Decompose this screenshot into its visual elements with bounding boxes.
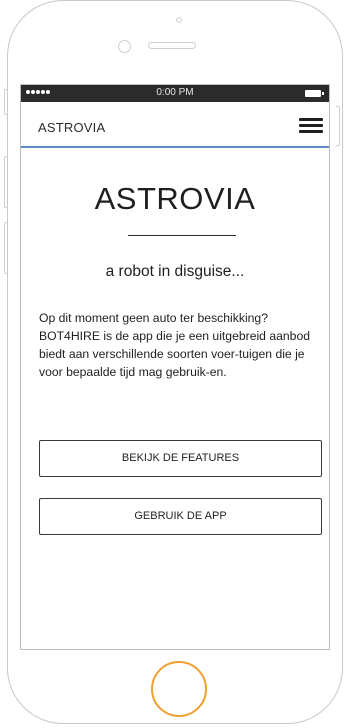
- front-camera: [118, 40, 131, 53]
- page-title: ASTROVIA: [94, 181, 256, 216]
- hamburger-menu-icon[interactable]: [299, 116, 323, 133]
- home-button[interactable]: [151, 661, 207, 717]
- tagline: a robot in disguise...: [105, 263, 245, 280]
- phone-screen: 0:00 PM ASTROVIA ASTROVIA a robot in dis…: [20, 84, 330, 650]
- view-features-button[interactable]: BEKIJK DE FEATURES: [39, 440, 322, 477]
- use-app-button[interactable]: GEBRUIK DE APP: [39, 498, 322, 535]
- proximity-sensor: [176, 17, 182, 23]
- earpiece-speaker: [148, 42, 196, 49]
- power-button: [336, 106, 340, 146]
- intro-paragraph: Op dit moment geen auto ter beschikking?…: [39, 311, 311, 379]
- app-header: ASTROVIA: [21, 102, 329, 148]
- header-title: ASTROVIA: [38, 120, 106, 135]
- status-time: 0:00 PM: [156, 87, 194, 98]
- title-divider: [128, 235, 236, 236]
- status-bar: 0:00 PM: [21, 85, 329, 102]
- battery-icon: [305, 90, 324, 97]
- device-mockup: 0:00 PM ASTROVIA ASTROVIA a robot in dis…: [0, 0, 348, 728]
